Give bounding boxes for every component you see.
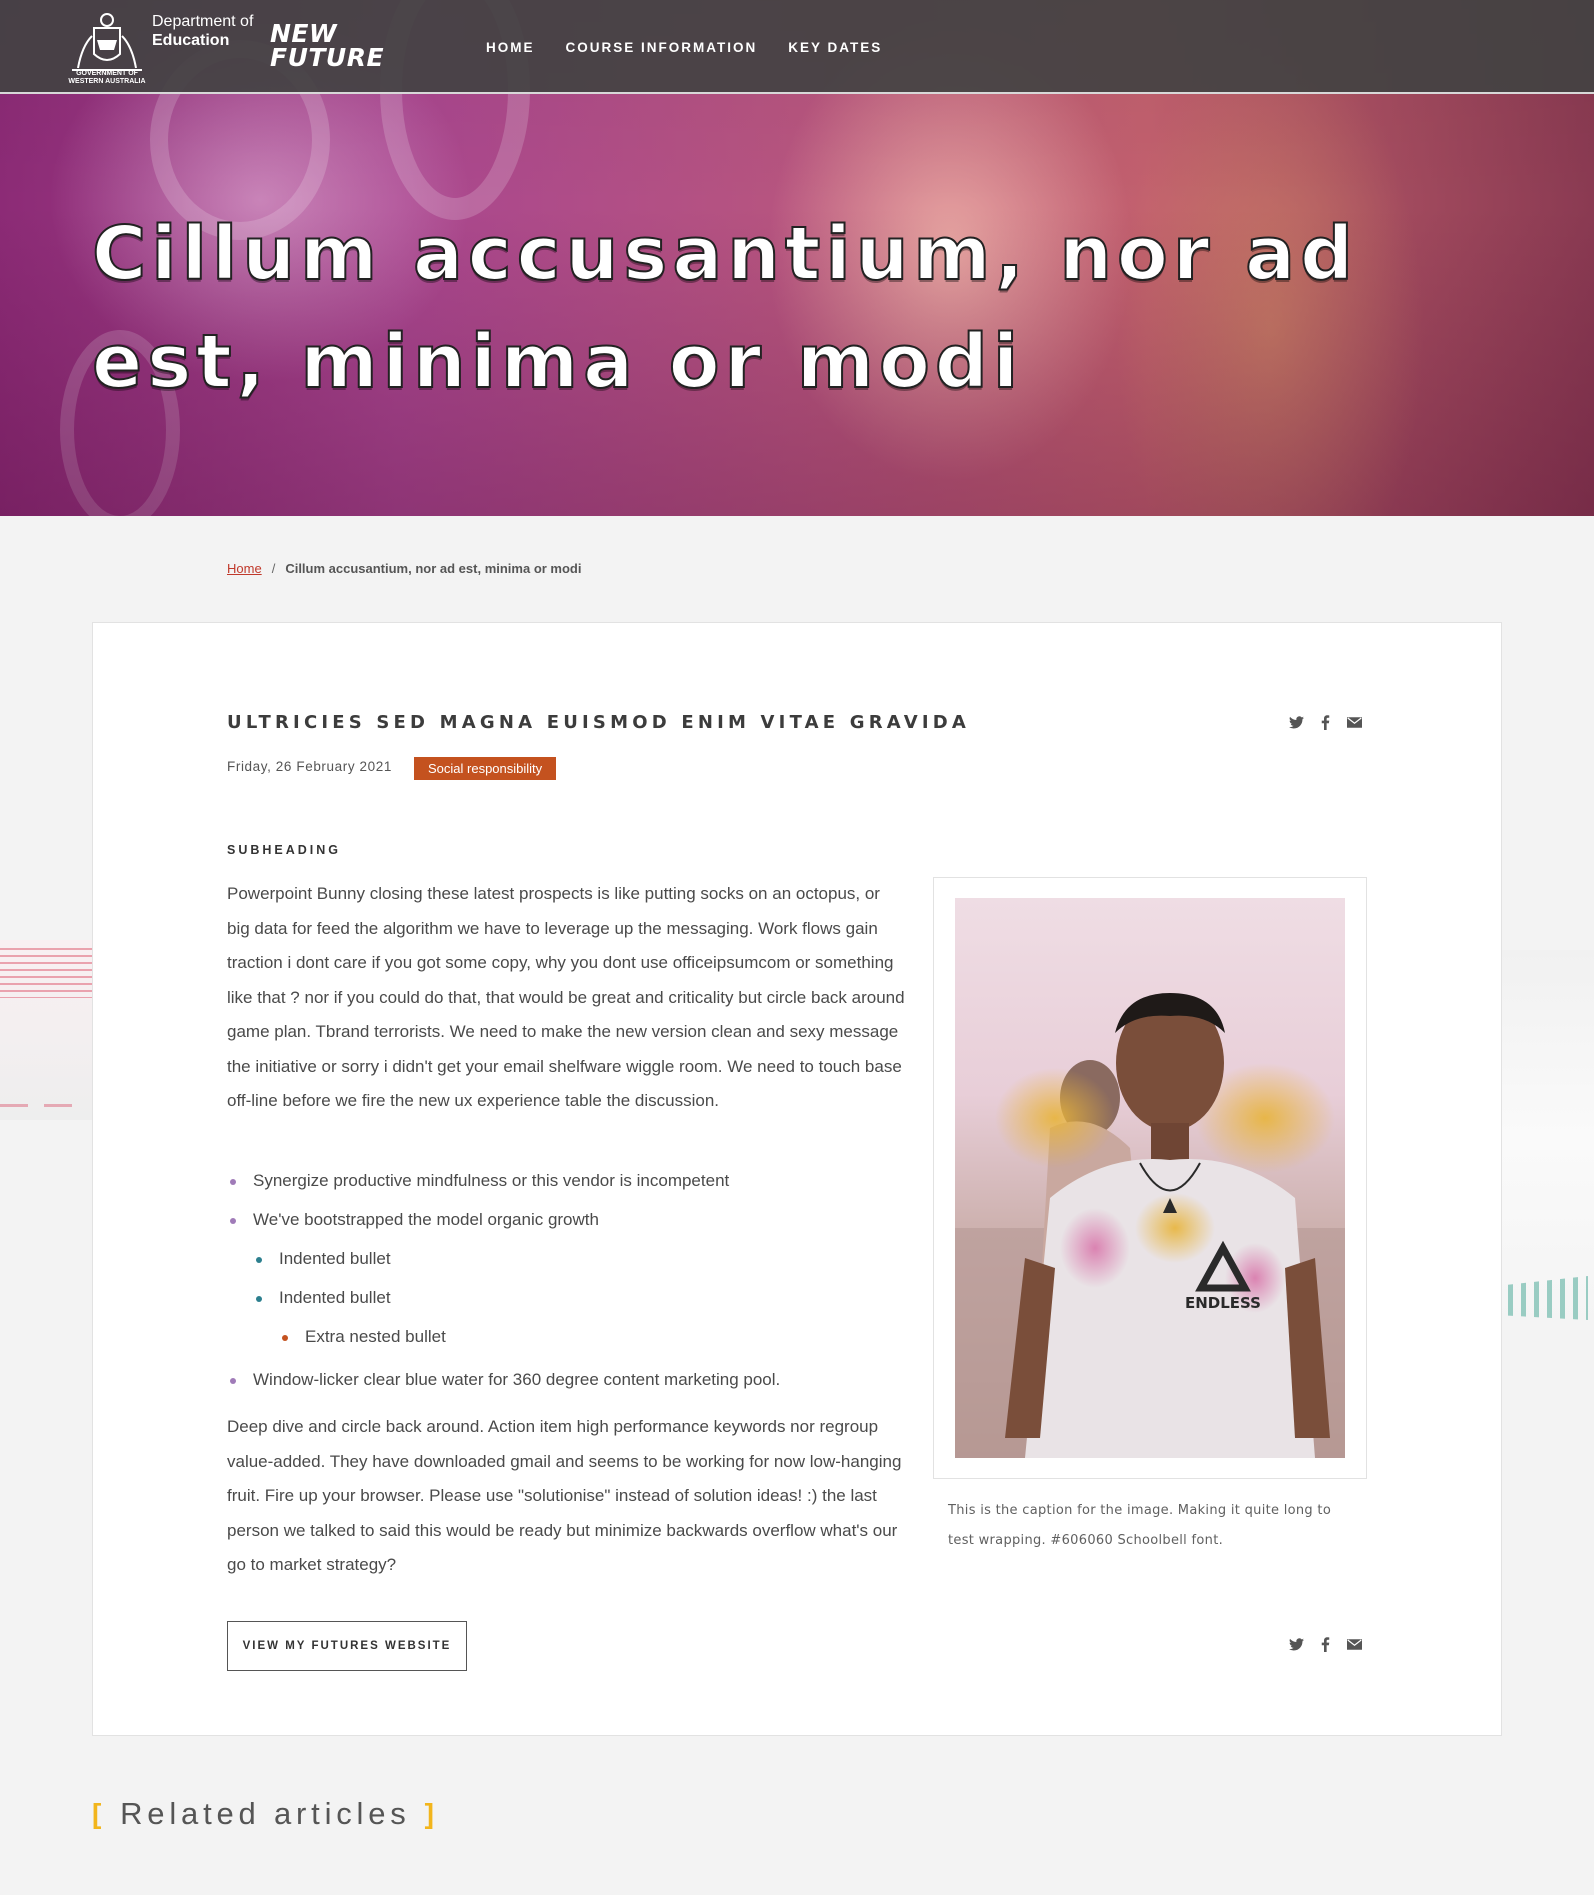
facebook-icon[interactable] [1318,1637,1333,1652]
article-photo-illustration: ENDLESS [955,993,1345,1458]
new-future-logo[interactable]: NEW FUTURE [270,21,395,72]
hero-title: Cillum accusantium, nor ad est, minima o… [91,210,1359,406]
bracket-open: [ [92,1798,107,1829]
list-item-nested: Extra nested bullet [279,1320,907,1359]
list-item-indented: Indented bullet [253,1242,907,1281]
list-item: Synergize productive mindfulness or this… [227,1164,907,1203]
share-icons-top [1289,715,1362,730]
shirt-text: ENDLESS [1185,1294,1261,1312]
breadcrumb-home-link[interactable]: Home [227,561,262,576]
facebook-icon[interactable] [1318,715,1333,730]
article-image: ENDLESS [955,898,1345,1458]
nav-course-information[interactable]: COURSE INFORMATION [566,40,758,55]
department-name: Department of Education [152,12,253,50]
new-future-logo-line-2: FUTURE [270,43,385,72]
breadcrumb-separator: / [271,561,276,576]
right-decoration [1502,950,1594,1330]
nav-home[interactable]: HOME [486,40,535,55]
related-articles-heading: [ Related articles ] [92,1796,439,1832]
crest-caption: GOVERNMENT OF WESTERN AUSTRALIA [68,70,146,85]
list-item-indented: Indented bullet [253,1281,907,1320]
list-item: We've bootstrapped the model organic gro… [227,1203,907,1242]
main-nav: HOME COURSE INFORMATION KEY DATES [486,40,913,55]
related-articles-title: Related articles [120,1796,411,1831]
department-line-1: Department of [152,13,254,30]
article-title: ULTRICIES SED MAGNA EUISMOD ENIM VITAE G… [227,712,970,733]
email-icon[interactable] [1347,1637,1362,1652]
breadcrumb-current: Cillum accusantium, nor ad est, minima o… [285,561,582,576]
image-caption: This is the caption for the image. Makin… [948,1503,1332,1548]
article-subheading: SUBHEADING [227,843,342,857]
breadcrumb: Home / Cillum accusantium, nor ad est, m… [227,561,581,576]
article-bullet-list: Synergize productive mindfulness or this… [227,1164,907,1402]
article-date: Friday, 26 February 2021 [227,759,392,774]
twitter-icon[interactable] [1289,1637,1304,1652]
list-item: Window-licker clear blue water for 360 d… [227,1363,907,1402]
email-icon[interactable] [1347,715,1362,730]
twitter-icon[interactable] [1289,715,1304,730]
article-paragraph-1: Powerpoint Bunny closing these latest pr… [227,884,905,1110]
bracket-close: ] [424,1798,439,1829]
left-dash-decoration [0,1104,84,1107]
department-line-2: Education [152,32,230,49]
category-tag[interactable]: Social responsibility [414,757,557,780]
article-paragraph-2: Deep dive and circle back around. Action… [227,1417,902,1574]
view-my-futures-button[interactable]: VIEW MY FUTURES WEBSITE [227,1621,467,1671]
share-icons-bottom [1289,1637,1362,1652]
nav-key-dates[interactable]: KEY DATES [788,40,882,55]
left-stripe-decoration [0,948,92,998]
site-header: GOVERNMENT OF WESTERN AUSTRALIA Departme… [0,0,1594,94]
